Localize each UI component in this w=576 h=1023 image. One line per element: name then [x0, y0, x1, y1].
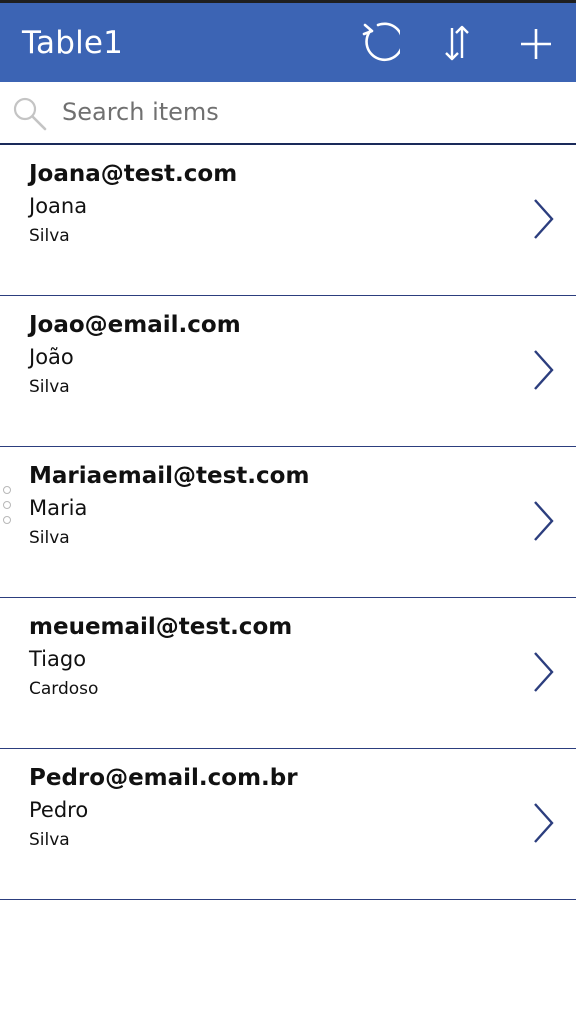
item-last-name: Silva: [29, 377, 70, 397]
list-item[interactable]: Mariaemail@test.com Maria Silva: [0, 447, 576, 598]
chevron-right-icon[interactable]: [528, 348, 558, 392]
item-last-name: Cardoso: [29, 679, 99, 699]
search-input[interactable]: [62, 92, 552, 132]
add-item-button[interactable]: [514, 21, 558, 65]
search-icon: [12, 96, 48, 132]
sort-button[interactable]: [435, 21, 479, 65]
handle-dot: [3, 486, 11, 494]
item-first-name: Joana: [29, 194, 88, 218]
item-email: Pedro@email.com.br: [29, 765, 298, 791]
chevron-right-icon[interactable]: [528, 197, 558, 241]
item-last-name: Silva: [29, 226, 70, 246]
item-email: meuemail@test.com: [29, 614, 293, 640]
search-bar: [0, 82, 576, 145]
app-header: Table1: [0, 3, 576, 82]
handle-dot: [3, 501, 11, 509]
item-last-name: Silva: [29, 830, 70, 850]
item-email: Joana@test.com: [29, 161, 238, 187]
chevron-right-icon[interactable]: [528, 650, 558, 694]
chevron-right-icon[interactable]: [528, 801, 558, 845]
item-first-name: Maria: [29, 496, 88, 520]
refresh-icon: [362, 22, 400, 62]
item-first-name: Pedro: [29, 798, 89, 822]
list-item[interactable]: Pedro@email.com.br Pedro Silva: [0, 749, 576, 900]
chevron-right-icon[interactable]: [528, 499, 558, 543]
drag-handle[interactable]: [3, 486, 13, 526]
item-last-name: Silva: [29, 528, 70, 548]
item-first-name: João: [29, 345, 74, 369]
list-item[interactable]: Joao@email.com João Silva: [0, 296, 576, 447]
list-item[interactable]: Joana@test.com Joana Silva: [0, 145, 576, 296]
item-first-name: Tiago: [29, 647, 87, 671]
handle-dot: [3, 516, 11, 524]
refresh-button[interactable]: [356, 21, 400, 65]
item-email: Joao@email.com: [29, 312, 241, 338]
item-email: Mariaemail@test.com: [29, 463, 310, 489]
items-gallery: Joana@test.com Joana Silva Joao@email.com Jo…: [0, 145, 576, 900]
list-item[interactable]: meuemail@test.com Tiago Cardoso: [0, 598, 576, 749]
sort-icon: [445, 25, 469, 61]
add-icon: [521, 29, 551, 59]
screen-title: Table1: [22, 25, 124, 61]
